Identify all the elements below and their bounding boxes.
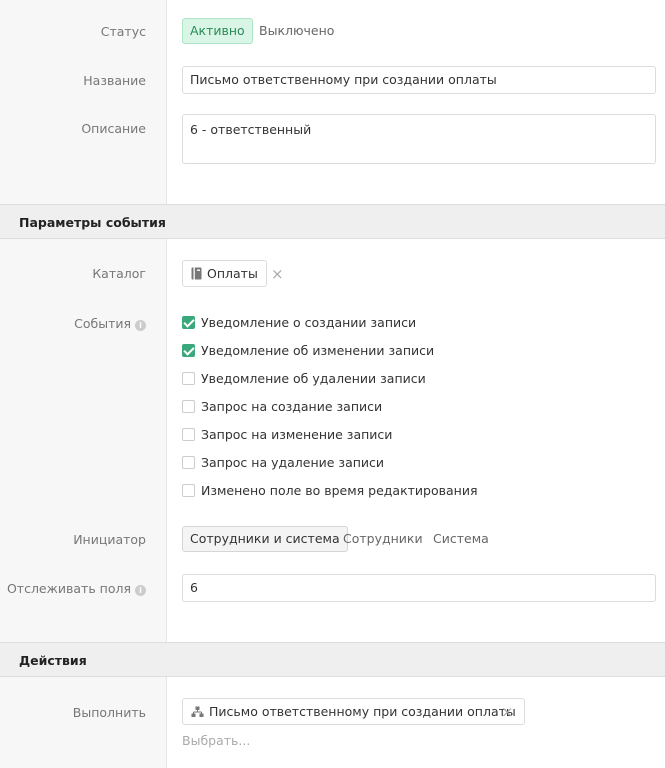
catalog-remove-icon[interactable]: × (271, 267, 284, 282)
rule-editor-page: Статус Активно Выключено Название Письмо… (0, 0, 665, 768)
name-field[interactable]: Письмо ответственному при создании оплат… (182, 66, 656, 94)
status-option-active[interactable]: Активно (182, 18, 253, 44)
event-checkbox-row[interactable]: Изменено поле во время редактирования (182, 483, 477, 501)
description-label: Описание (81, 121, 146, 136)
description-field[interactable]: 6 - ответственный (182, 114, 656, 164)
section-event-params: Параметры события (0, 204, 665, 239)
checkbox-checked[interactable] (182, 316, 195, 329)
event-option-label: Уведомление о создании записи (201, 315, 417, 330)
checkbox-unchecked[interactable] (182, 456, 195, 469)
checkbox-checked[interactable] (182, 344, 195, 357)
status-label: Статус (100, 24, 146, 39)
name-label: Название (83, 73, 146, 88)
choose-action-link[interactable]: Выбрать... (182, 733, 250, 748)
event-checkbox-row[interactable]: Уведомление об изменении записи (182, 343, 434, 361)
hierarchy-icon (191, 706, 204, 717)
catalog-tag[interactable]: Оплаты (182, 260, 267, 287)
checkbox-unchecked[interactable] (182, 484, 195, 497)
track-fields-label: Отслеживать поля i (7, 581, 146, 596)
events-label: События i (74, 316, 146, 331)
checkbox-unchecked[interactable] (182, 372, 195, 385)
event-option-label: Уведомление об изменении записи (201, 343, 435, 358)
execute-remove-icon[interactable]: × (501, 705, 514, 720)
catalog-value: Оплаты (207, 266, 258, 281)
execute-tag[interactable]: Письмо ответственному при создании оплат… (182, 698, 525, 725)
track-fields-label-text: Отслеживать поля (6, 581, 131, 596)
event-checkbox-row[interactable]: Запрос на удаление записи (182, 455, 384, 473)
event-option-label: Запрос на изменение записи (201, 427, 393, 442)
initiator-option-system[interactable]: Система (425, 526, 497, 552)
track-fields-input[interactable]: 6 (182, 574, 656, 602)
checkbox-unchecked[interactable] (182, 400, 195, 413)
event-option-label: Изменено поле во время редактирования (201, 483, 478, 498)
event-option-label: Запрос на создание записи (201, 399, 383, 414)
status-option-off[interactable]: Выключено (251, 18, 342, 44)
book-icon (191, 267, 202, 280)
events-label-text: События (74, 316, 131, 331)
section-actions: Действия (0, 642, 665, 677)
catalog-label: Каталог (92, 266, 146, 281)
info-icon[interactable]: i (135, 585, 146, 596)
initiator-option-employees[interactable]: Сотрудники (335, 526, 431, 552)
event-checkbox-row[interactable]: Уведомление об удалении записи (182, 371, 426, 389)
event-checkbox-row[interactable]: Запрос на создание записи (182, 399, 382, 417)
initiator-option-all[interactable]: Сотрудники и система (182, 526, 348, 552)
checkbox-unchecked[interactable] (182, 428, 195, 441)
labels-column (0, 677, 167, 768)
event-option-label: Запрос на удаление записи (201, 455, 385, 470)
info-icon[interactable]: i (135, 320, 146, 331)
event-checkbox-row[interactable]: Запрос на изменение записи (182, 427, 392, 445)
event-checkbox-row[interactable]: Уведомление о создании записи (182, 315, 416, 333)
initiator-label: Инициатор (73, 532, 146, 547)
event-option-label: Уведомление об удалении записи (201, 371, 426, 386)
section-title: Действия (19, 653, 87, 668)
section-title: Параметры события (19, 215, 166, 230)
execute-value: Письмо ответственному при создании оплат… (209, 704, 516, 719)
execute-label: Выполнить (72, 705, 146, 720)
